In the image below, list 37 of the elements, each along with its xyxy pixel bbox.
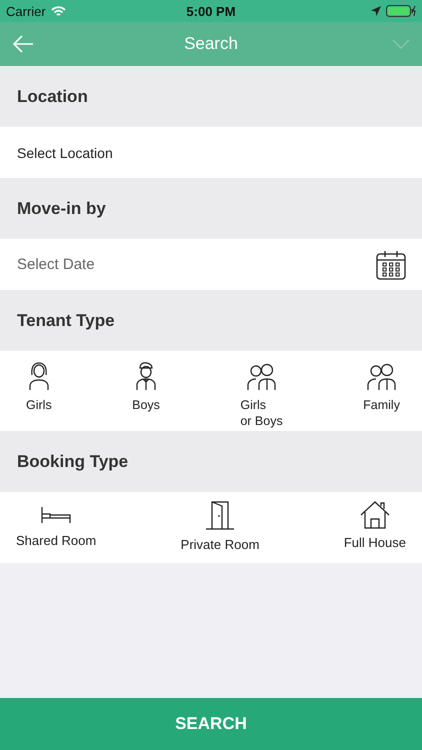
option-label: Girls or Boys [240,397,283,430]
time-text: 5:00 PM [186,4,236,18]
house-icon [360,501,390,529]
tenant-option[interactable]: Girls [20,351,58,431]
location-value: Select Location [17,144,113,160]
woman-figure-icon [26,361,51,391]
tenant-option[interactable]: Boys [126,351,166,431]
door-icon [205,501,236,531]
date-field[interactable]: Select Date [0,239,422,290]
option-label: Full House [344,535,406,552]
section-title: Location [17,86,88,106]
man-figure-icon [134,361,158,391]
section-title: Tenant Type [17,310,115,330]
section-title: Move-in by [17,198,106,218]
calendar-icon[interactable] [376,250,406,280]
section-title: Booking Type [17,452,128,472]
two-people-icon [246,361,278,391]
location-arrow-icon [371,6,381,16]
option-label: Private Room [180,537,260,554]
screen-title: Search [184,34,238,54]
booking-option[interactable]: Full House [338,492,412,563]
chevron-down-icon[interactable] [392,39,410,49]
option-label: Girls [26,397,52,414]
battery-icon [386,5,416,17]
booking-option[interactable]: Shared Room [10,492,102,563]
wifi-icon [50,6,66,16]
booking-option[interactable]: Private Room [174,492,266,563]
option-label: Boys [132,397,160,414]
tenant-option[interactable]: Girls or Boys [234,351,289,431]
option-label: Shared Room [16,533,96,550]
tenant-option[interactable]: Family [357,351,406,431]
location-selector[interactable]: Select Location [0,127,422,178]
date-placeholder: Select Date [17,256,95,273]
option-label: Family [363,397,400,414]
carrier-text: Carrier [6,4,46,18]
back-arrow-icon[interactable] [12,35,34,53]
two-people-icon [366,361,398,391]
